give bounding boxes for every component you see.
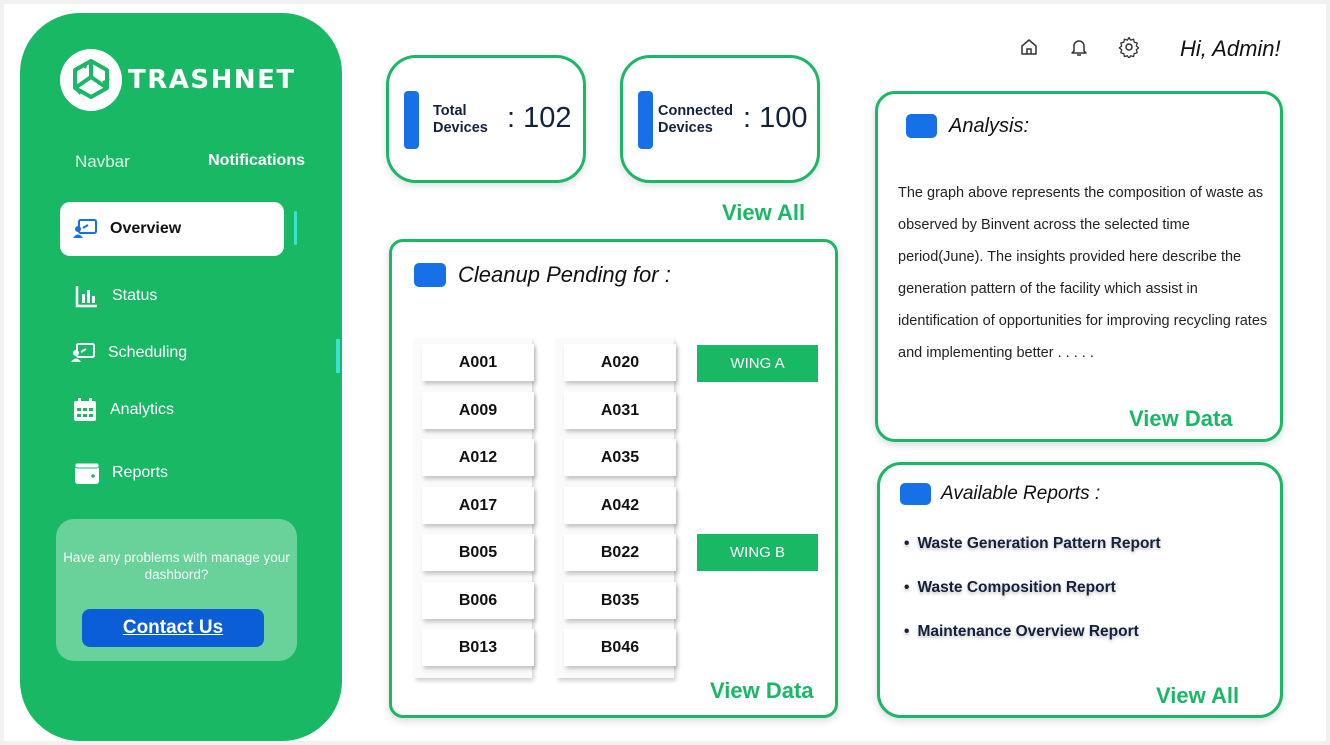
sidebar-item-scheduling[interactable]: Scheduling — [70, 341, 187, 365]
device-cell[interactable]: A012 — [422, 439, 534, 476]
greeting: Hi, Admin! — [1180, 36, 1281, 61]
device-cell[interactable]: B022 — [564, 534, 676, 571]
home-icon[interactable] — [1016, 34, 1042, 60]
device-cell[interactable]: B046 — [564, 629, 676, 666]
report-item[interactable]: • Waste Generation Pattern Report — [904, 535, 1161, 579]
available-reports-panel: Available Reports : • Waste Generation Pa… — [877, 462, 1283, 718]
wing-a-label[interactable]: WING A — [697, 345, 818, 382]
stat-label-line2: Devices — [433, 120, 488, 136]
device-cell[interactable]: B005 — [422, 534, 534, 571]
stat-label-line1: Connected — [658, 103, 733, 119]
stat-label-line1: Total — [433, 103, 467, 119]
gear-icon[interactable] — [1116, 34, 1142, 60]
sidebar-item-reports[interactable]: Reports — [74, 461, 168, 485]
help-card: Have any problems with manage your dashb… — [56, 519, 297, 661]
analysis-view-data-link[interactable]: View Data — [1129, 406, 1233, 432]
analysis-panel: Analysis: The graph above represents the… — [875, 91, 1283, 442]
report-item[interactable]: • Waste Composition Report — [904, 579, 1161, 623]
bullet-icon: • — [904, 579, 910, 596]
sidebar-item-label: Analytics — [110, 401, 175, 418]
panel-title: Cleanup Pending for : — [414, 262, 671, 288]
device-cell[interactable]: B035 — [564, 582, 676, 619]
sidebar-item-label: Reports — [112, 464, 169, 481]
notifications-heading[interactable]: Notifications — [208, 152, 305, 172]
active-indicator — [294, 211, 297, 245]
bar-chart-icon — [74, 284, 100, 308]
wallet-icon — [74, 461, 100, 485]
cleanup-title: Cleanup Pending for : — [458, 262, 671, 287]
calendar-icon — [72, 398, 98, 422]
report-item-label: Maintenance Overview Report — [917, 623, 1139, 640]
device-cell[interactable]: A042 — [564, 487, 676, 524]
wing-b-label[interactable]: WING B — [697, 534, 818, 571]
sidebar-item-label: Scheduling — [108, 344, 188, 361]
presentation-icon — [70, 341, 96, 365]
sidebar: TRASHNET Navbar Notifications Overview S… — [20, 13, 342, 741]
bullet-icon: • — [904, 623, 910, 640]
device-cell[interactable]: A035 — [564, 439, 676, 476]
report-item[interactable]: • Maintenance Overview Report — [904, 623, 1161, 667]
title-chip — [900, 483, 931, 505]
view-all-devices-link[interactable]: View All — [722, 200, 805, 226]
report-item-label: Waste Composition Report — [917, 579, 1116, 596]
analysis-text: The graph above represents the compositi… — [898, 185, 1268, 361]
cleanup-view-data-link[interactable]: View Data — [710, 678, 814, 704]
reports-view-all-link[interactable]: View All — [1156, 683, 1239, 709]
sidebar-headings: Navbar Notifications — [75, 152, 305, 172]
device-column-2: A020 A031 A035 A042 B022 B035 B046 — [556, 338, 676, 678]
scroll-indicator — [336, 339, 340, 373]
contact-us-button[interactable]: Contact Us — [82, 609, 264, 647]
device-cell[interactable]: A017 — [422, 487, 534, 524]
stat-card-total-devices[interactable]: Total Devices : 102 — [386, 55, 586, 183]
device-cell[interactable]: B013 — [422, 629, 534, 666]
sidebar-item-analytics[interactable]: Analytics — [72, 398, 174, 422]
navbar-heading[interactable]: Navbar — [75, 152, 130, 172]
device-column-1: A001 A009 A012 A017 B005 B006 B013 — [414, 338, 534, 678]
stat-value: : 102 — [507, 102, 572, 134]
help-text: Have any problems with manage your dashb… — [63, 550, 290, 582]
title-chip — [906, 114, 937, 138]
panel-title: Analysis: — [906, 114, 1029, 138]
report-list: • Waste Generation Pattern Report • Waste … — [904, 535, 1161, 667]
topbar — [1016, 34, 1166, 60]
bullet-icon: • — [904, 535, 910, 552]
brand-name: TRASHNET — [128, 65, 296, 95]
device-cell[interactable]: A020 — [564, 344, 676, 381]
reports-title: Available Reports : — [941, 483, 1101, 504]
stat-card-connected-devices[interactable]: Connected Devices : 100 — [620, 55, 820, 183]
sidebar-item-label: Status — [112, 287, 158, 304]
presentation-icon — [72, 217, 98, 241]
brand-logo[interactable]: TRASHNET — [60, 49, 296, 111]
report-item-label: Waste Generation Pattern Report — [917, 535, 1161, 552]
bell-icon[interactable] — [1066, 34, 1092, 60]
stat-accent-bar — [404, 91, 419, 149]
stat-accent-bar — [638, 91, 653, 149]
stat-label: Total Devices — [433, 103, 488, 137]
sidebar-item-status[interactable]: Status — [74, 284, 157, 308]
title-chip — [414, 263, 446, 287]
device-cell[interactable]: B006 — [422, 582, 534, 619]
stat-label-line2: Devices — [658, 120, 713, 136]
cleanup-pending-panel: Cleanup Pending for : A001 A009 A012 A01… — [389, 239, 838, 718]
sidebar-item-label: Overview — [110, 220, 182, 237]
analysis-title: Analysis: — [949, 114, 1030, 137]
device-cell[interactable]: A009 — [422, 392, 534, 429]
device-cell[interactable]: A001 — [422, 344, 534, 381]
stat-label: Connected Devices — [658, 103, 733, 137]
stat-value: : 100 — [743, 102, 808, 134]
panel-title: Available Reports : — [900, 483, 1100, 505]
recycle-icon — [60, 49, 122, 111]
device-cell[interactable]: A031 — [564, 392, 676, 429]
sidebar-item-overview[interactable]: Overview — [60, 202, 284, 256]
